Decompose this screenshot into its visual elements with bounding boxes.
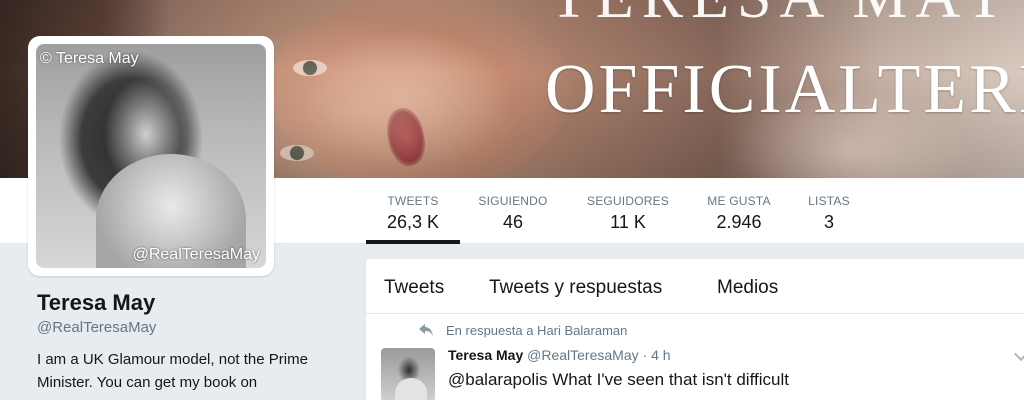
stat-value: 46	[502, 212, 524, 232]
caret-down-icon[interactable]	[1013, 346, 1024, 362]
tweet-author-name[interactable]: Teresa May	[448, 347, 523, 363]
tweet-header: Teresa May @RealTeresaMay · 4 h	[448, 347, 671, 363]
stat-value: 3	[823, 212, 834, 232]
banner-title-top: TERESA MAY	[550, 0, 1015, 33]
stat-label: TWEETS	[387, 194, 439, 208]
banner-title: OFFICIALTERE	[545, 51, 1024, 128]
tweet-separator: ·	[642, 347, 648, 363]
reply-context[interactable]: En respuesta a Hari Balaraman	[446, 323, 627, 338]
avatar-watermark-bottom: @RealTeresaMay	[132, 246, 260, 263]
tweet-item[interactable]: En respuesta a Hari Balaraman Teresa May…	[366, 315, 1024, 400]
avatar-photo: © Teresa May @RealTeresaMay	[36, 44, 266, 268]
avatar-watermark-top: © Teresa May	[40, 50, 139, 67]
tab-tweets-replies[interactable]: Tweets y respuestas	[489, 277, 662, 299]
stat-label: SIGUIENDO	[478, 194, 548, 208]
stat-value: 2.946	[716, 212, 762, 232]
tweet-author-handle[interactable]: @RealTeresaMay	[527, 347, 638, 363]
profile-bio: I am a UK Glamour model, not the Prime M…	[37, 351, 308, 391]
stat-value: 11 K	[610, 212, 646, 232]
tweet-timestamp[interactable]: 4 h	[651, 347, 670, 363]
stat-likes[interactable]: ME GUSTA 2.946	[696, 178, 782, 244]
profile-handle[interactable]: @RealTeresaMay	[37, 319, 156, 336]
stat-label: ME GUSTA	[707, 194, 771, 208]
stat-tweets[interactable]: TWEETS 26,3 K	[366, 178, 460, 244]
tab-media[interactable]: Medios	[717, 277, 778, 299]
tweet-avatar[interactable]	[381, 348, 435, 400]
timeline-card: Tweets Tweets y respuestas Medios En res…	[365, 258, 1024, 400]
stat-following[interactable]: SIGUIENDO 46	[468, 178, 558, 244]
stat-lists[interactable]: LISTAS 3	[800, 178, 858, 244]
reply-icon	[419, 324, 433, 336]
timeline-tabs: Tweets Tweets y respuestas Medios	[366, 259, 1024, 314]
stat-value: 26,3 K	[386, 212, 440, 232]
stat-label: LISTAS	[808, 194, 850, 208]
tab-tweets[interactable]: Tweets	[384, 277, 444, 299]
profile-avatar[interactable]: © Teresa May @RealTeresaMay	[28, 36, 274, 276]
profile-name[interactable]: Teresa May	[37, 290, 155, 316]
tweet-text: @balarapolis What I've seen that isn't d…	[448, 370, 789, 389]
stat-label: SEGUIDORES	[586, 194, 669, 208]
stat-followers[interactable]: SEGUIDORES 11 K	[578, 178, 678, 244]
